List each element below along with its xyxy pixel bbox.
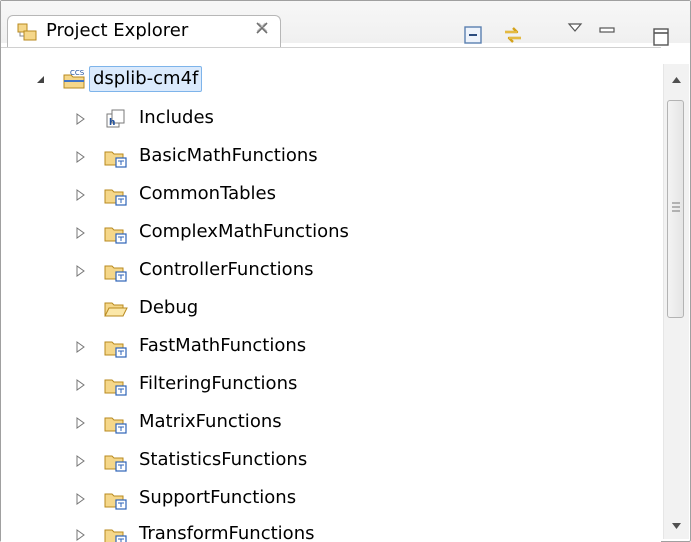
tree-item-label: Includes <box>139 107 214 128</box>
expanded-arrow-icon[interactable] <box>33 72 47 86</box>
tree-item-label: Debug <box>139 297 199 318</box>
tree-item-folder[interactable]: ControllerFunctions <box>1 256 661 286</box>
tree-item-label: StatisticsFunctions <box>139 449 308 470</box>
svg-text:CCS: CCS <box>70 69 85 77</box>
source-folder-icon <box>104 227 127 244</box>
collapsed-arrow-icon[interactable] <box>73 188 87 202</box>
vertical-scrollbar[interactable] <box>663 64 689 539</box>
collapse-all-icon[interactable] <box>461 23 485 47</box>
tree-item-folder[interactable]: CommonTables <box>1 180 661 210</box>
folder-icon <box>104 302 128 317</box>
tree-item-folder[interactable]: MatrixFunctions <box>1 408 661 438</box>
tree-item-label: MatrixFunctions <box>139 411 282 432</box>
source-folder-icon <box>104 189 127 206</box>
tree-item-folder[interactable]: FilteringFunctions <box>1 370 661 400</box>
scroll-up-icon[interactable] <box>671 76 682 84</box>
tree-item-folder[interactable]: TransformFunctions <box>1 520 661 542</box>
source-folder-icon <box>104 493 127 510</box>
collapsed-arrow-icon[interactable] <box>73 112 87 126</box>
collapsed-arrow-icon[interactable] <box>73 416 87 430</box>
source-folder-icon <box>104 341 127 358</box>
tree-item-folder[interactable]: ComplexMathFunctions <box>1 218 661 248</box>
collapsed-arrow-icon[interactable] <box>73 264 87 278</box>
collapsed-arrow-icon[interactable] <box>73 378 87 392</box>
source-folder-icon <box>104 265 127 282</box>
collapsed-arrow-icon[interactable] <box>73 454 87 468</box>
project-tree: CCS dsplib-cm4f h Includes BasicMathFunc… <box>1 47 661 542</box>
collapsed-arrow-icon[interactable] <box>73 340 87 354</box>
svg-text:h: h <box>109 118 115 128</box>
scrollbar-thumb[interactable] <box>667 100 684 318</box>
tree-item-folder[interactable]: BasicMathFunctions <box>1 142 661 172</box>
source-folder-icon <box>104 417 127 434</box>
collapsed-arrow-icon[interactable] <box>73 226 87 240</box>
tree-item-label: SupportFunctions <box>139 487 297 508</box>
tree-item-folder[interactable]: Debug <box>1 294 661 324</box>
tree-item-label: FastMathFunctions <box>139 335 307 356</box>
minimize-icon[interactable] <box>595 19 619 43</box>
tree-item-label: FilteringFunctions <box>139 373 298 394</box>
tree-item-label: ComplexMathFunctions <box>139 221 349 242</box>
tree-item-folder[interactable]: StatisticsFunctions <box>1 446 661 476</box>
tree-item-label: BasicMathFunctions <box>139 145 318 166</box>
collapsed-arrow-icon[interactable] <box>73 528 87 542</box>
source-folder-icon <box>104 379 127 396</box>
scroll-down-icon[interactable] <box>671 522 682 530</box>
tree-item-label: CommonTables <box>139 183 276 204</box>
tree-item-label: TransformFunctions <box>139 523 315 542</box>
tree-root-label: dsplib-cm4f <box>89 66 203 92</box>
project-explorer-icon <box>17 23 37 41</box>
source-folder-icon <box>104 151 127 168</box>
link-with-editor-icon[interactable] <box>501 23 525 47</box>
view-tab-bar: Project Explorer <box>1 1 690 47</box>
ccs-project-icon: CCS <box>63 69 85 89</box>
collapsed-arrow-icon[interactable] <box>73 492 87 506</box>
includes-icon: h <box>106 109 125 128</box>
scrollbar-grip-icon <box>672 202 680 212</box>
collapsed-arrow-icon[interactable] <box>73 150 87 164</box>
tree-item-folder[interactable]: FastMathFunctions <box>1 332 661 362</box>
tree-item-folder[interactable]: SupportFunctions <box>1 484 661 514</box>
tree-item-label: ControllerFunctions <box>139 259 314 280</box>
source-folder-icon <box>104 529 127 542</box>
tree-root-project[interactable]: CCS dsplib-cm4f <box>1 64 661 94</box>
project-explorer-tab[interactable]: Project Explorer <box>7 15 281 47</box>
close-tab-icon[interactable] <box>254 20 270 36</box>
project-explorer-view: Project Explorer CCS dsplib-cm4f h Inclu… <box>0 0 691 542</box>
tree-item-includes[interactable]: h Includes <box>1 104 661 134</box>
tab-title: Project Explorer <box>46 20 189 41</box>
view-menu-icon[interactable] <box>563 15 587 39</box>
maximize-icon[interactable] <box>649 25 673 49</box>
source-folder-icon <box>104 455 127 472</box>
